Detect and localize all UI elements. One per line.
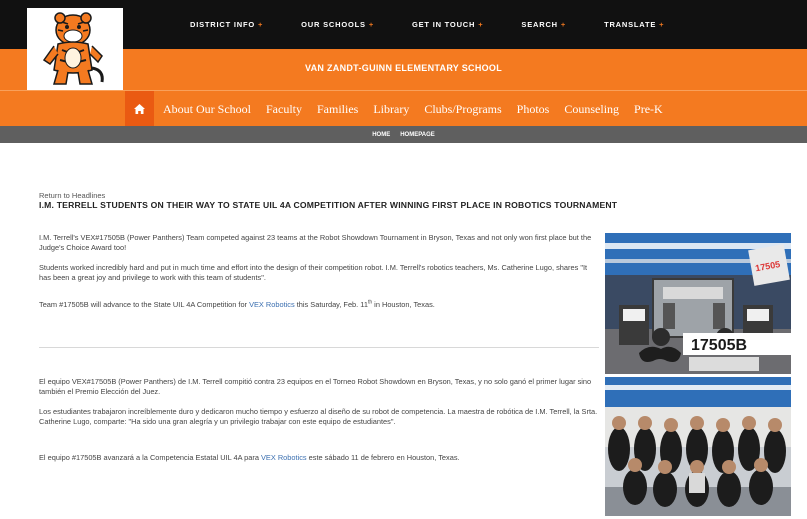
- nav-faculty[interactable]: Faculty: [266, 102, 302, 117]
- article-paragraph-es-1: El equipo VEX#17505B (Power Panthers) de…: [39, 377, 592, 396]
- plus-icon: +: [659, 20, 665, 29]
- article-paragraph-2: Students worked incredibly hard and put …: [39, 263, 588, 282]
- article-headline: I.M. TERRELL STUDENTS ON THEIR WAY TO ST…: [39, 200, 618, 210]
- tiger-mascot-icon: [42, 12, 104, 85]
- article-paragraph-es-3: El equipo #17505B avanzará a la Competen…: [39, 453, 460, 462]
- breadcrumb-home[interactable]: HOME: [372, 132, 390, 138]
- plus-icon: +: [560, 20, 567, 29]
- top-nav-search[interactable]: SEARCH +: [521, 20, 566, 29]
- nav-library[interactable]: Library: [373, 102, 409, 117]
- return-to-headlines-link[interactable]: Return to Headlines: [39, 191, 105, 200]
- top-nav-get-in-touch[interactable]: GET IN TOUCH +: [412, 20, 483, 29]
- section-divider: [39, 347, 599, 348]
- robot-team-sign: 17505B: [691, 337, 747, 354]
- vex-robotics-link[interactable]: VEX Robotics: [249, 300, 295, 309]
- plus-icon: +: [368, 20, 374, 29]
- nav-about-our-school[interactable]: About Our School: [163, 102, 251, 117]
- breadcrumb: HOME HOMEPAGE: [0, 126, 807, 143]
- vex-robotics-link-es[interactable]: VEX Robotics: [261, 453, 307, 462]
- team-photo: [605, 377, 791, 516]
- robot-photo: 17505 17505B: [605, 233, 791, 374]
- breadcrumb-current[interactable]: HOMEPAGE: [400, 132, 435, 138]
- top-nav-district-info[interactable]: DISTRICT INFO +: [190, 20, 263, 29]
- nav-pre-k[interactable]: Pre-K: [634, 102, 663, 117]
- home-button[interactable]: [125, 91, 154, 127]
- nav-photos[interactable]: Photos: [517, 102, 550, 117]
- article-paragraph-es-2: Los estudiantes trabajaron increíblement…: [39, 407, 598, 426]
- top-nav-our-schools[interactable]: OUR SCHOOLS +: [301, 20, 374, 29]
- main-nav: About Our School Faculty Families Librar…: [0, 90, 807, 127]
- school-logo[interactable]: [27, 8, 123, 90]
- nav-counseling[interactable]: Counseling: [564, 102, 619, 117]
- top-nav-translate[interactable]: TRANSLATE +: [604, 20, 664, 29]
- article-paragraph-3: Team #17505B will advance to the State U…: [39, 299, 435, 309]
- plus-icon: +: [257, 20, 264, 29]
- article-paragraph-1: I.M. Terrell's VEX#17505B (Power Panther…: [39, 233, 592, 252]
- top-nav: DISTRICT INFO + OUR SCHOOLS + GET IN TOUCH…: [190, 0, 702, 49]
- nav-families[interactable]: Families: [317, 102, 358, 117]
- nav-clubs-programs[interactable]: Clubs/Programs: [424, 102, 501, 117]
- home-icon: [134, 104, 145, 114]
- plus-icon: +: [478, 20, 484, 29]
